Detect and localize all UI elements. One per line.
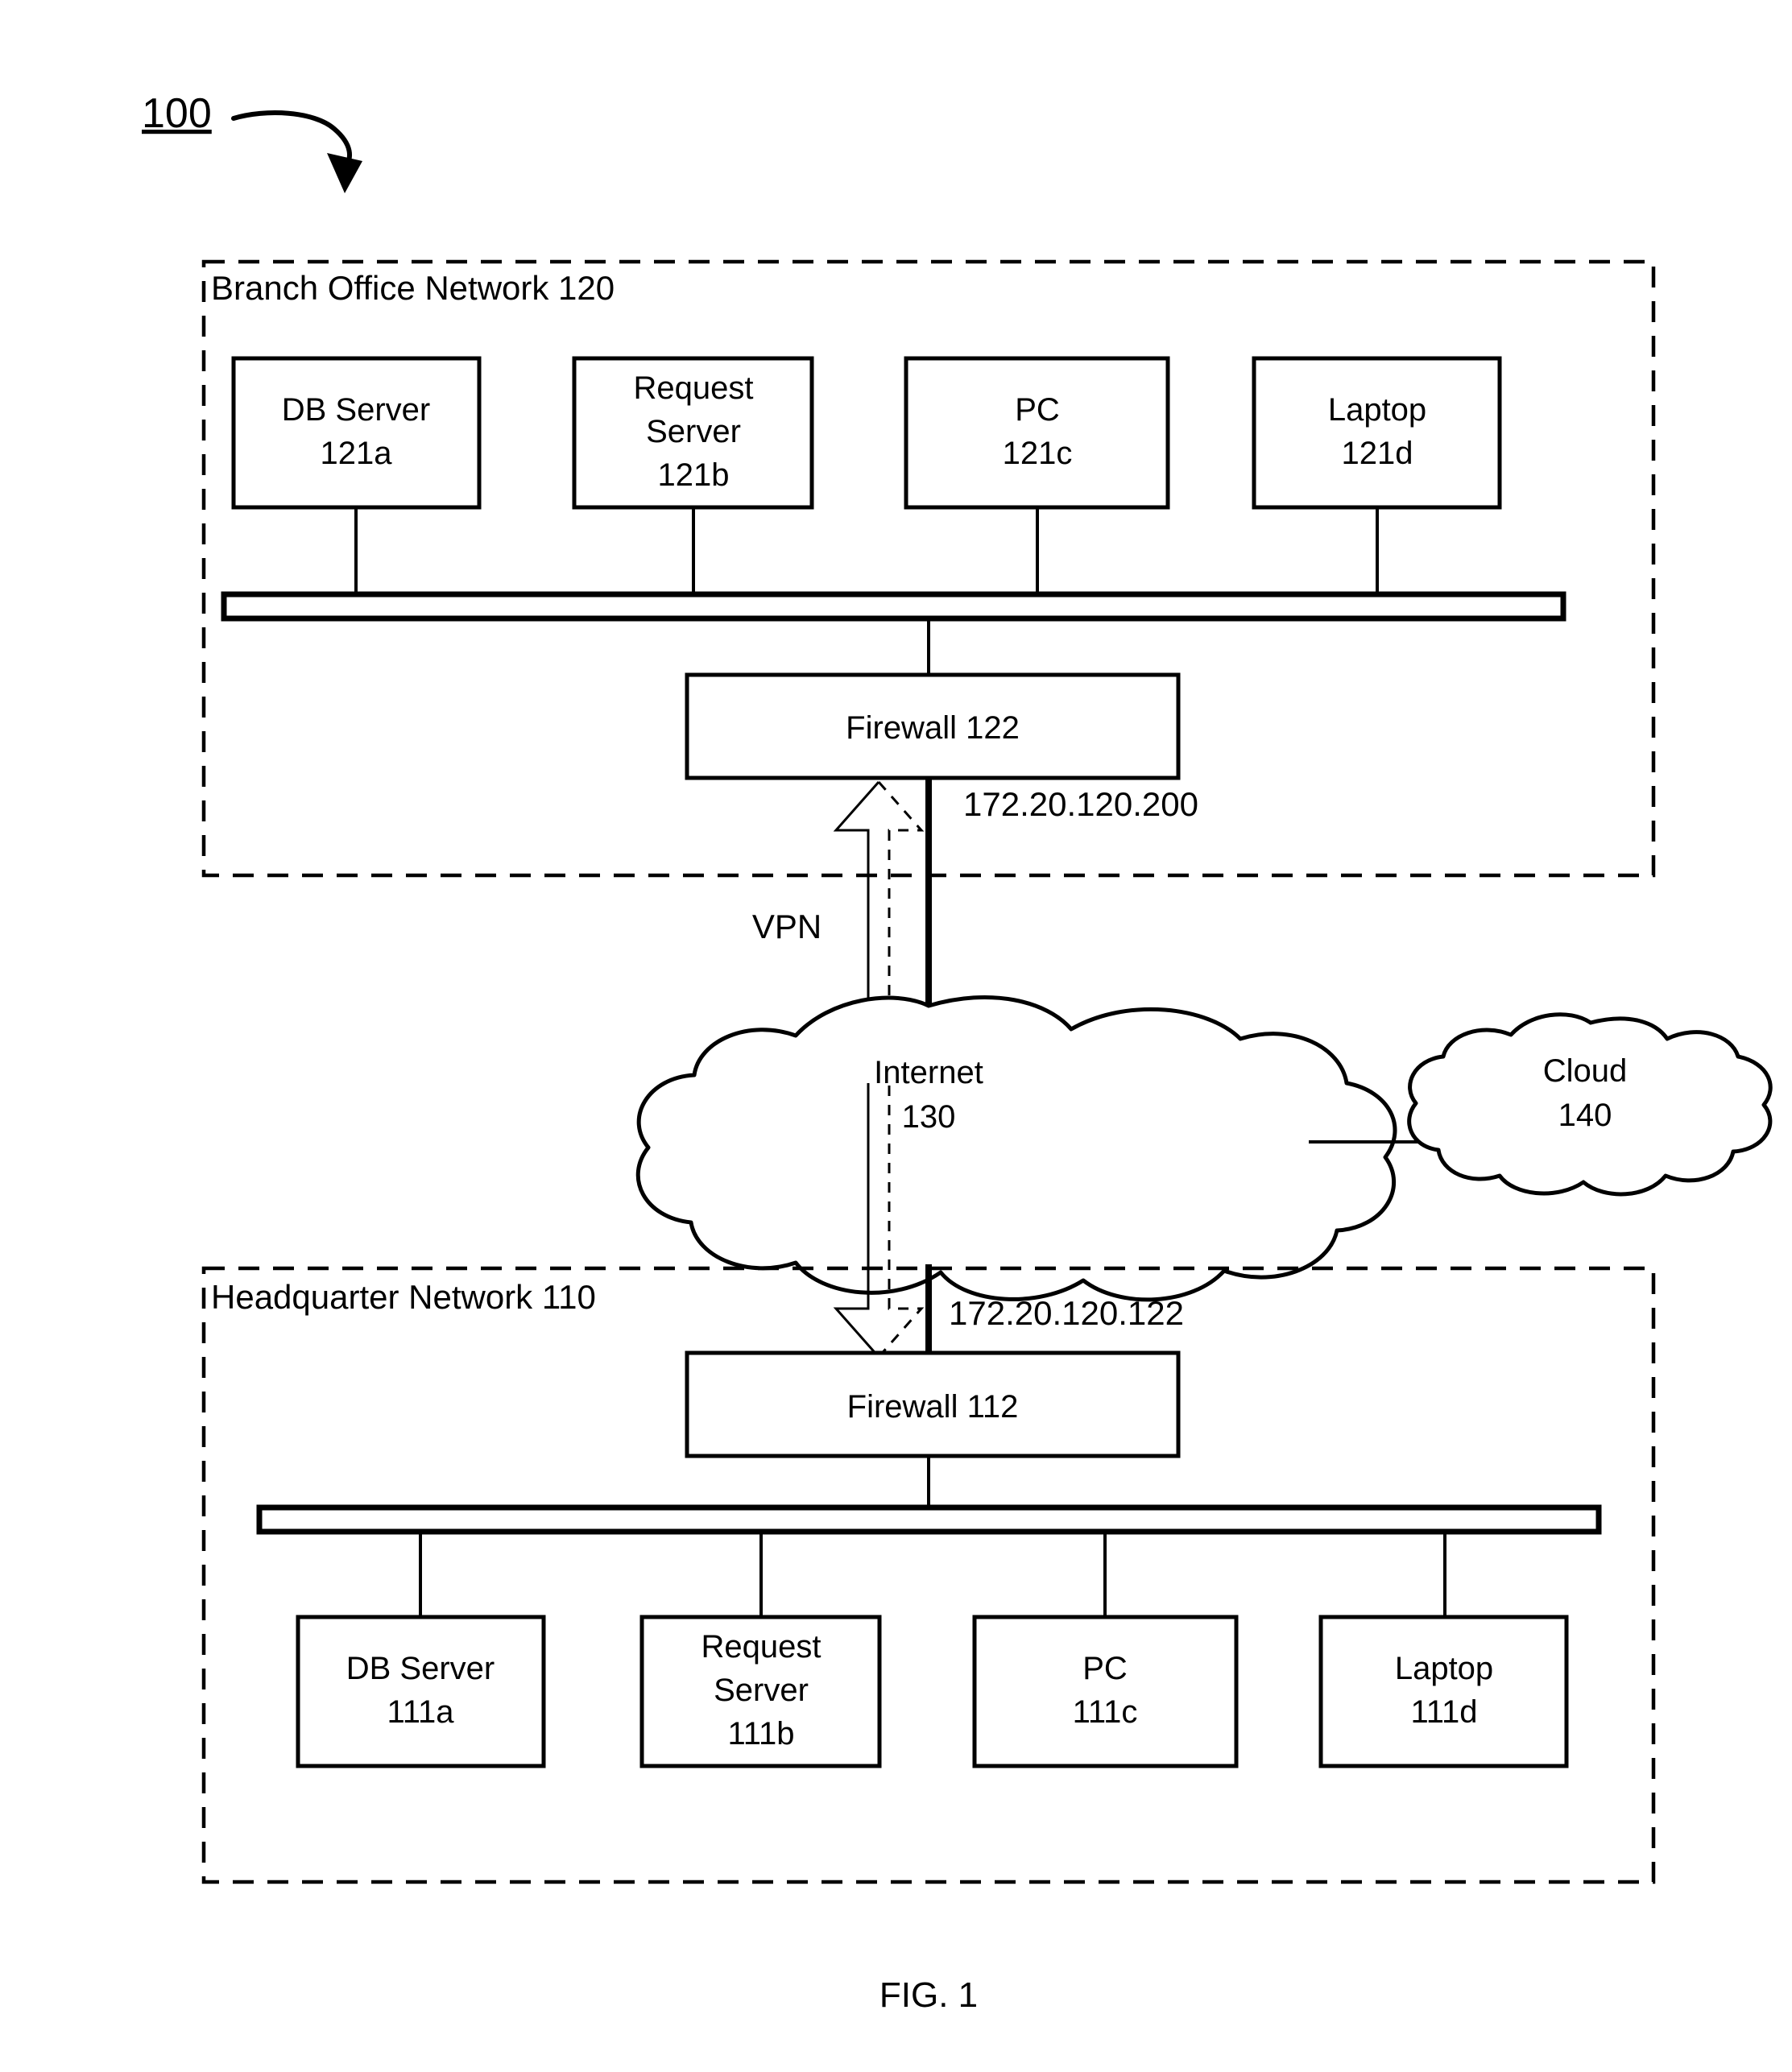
device-121c-line-0: PC xyxy=(1015,392,1060,428)
patent-figure: 100 Branch Office Network 120 DB Server … xyxy=(0,0,1792,2072)
vpn-label: VPN xyxy=(752,908,822,945)
device-111d-line-1: 111d xyxy=(1410,1694,1477,1730)
vpn-arrow-up-dashed-edge xyxy=(877,781,925,1031)
device-box-111c[interactable] xyxy=(972,1615,1239,1768)
device-121c-line-1: 121c xyxy=(1003,436,1073,471)
external-cloud-line-0: Cloud xyxy=(1543,1053,1628,1089)
figure-caption: FIG. 1 xyxy=(879,1975,978,2015)
vpn-arrow-up-solid-edge xyxy=(833,781,880,1031)
figure-reference-numeral: 100 xyxy=(142,90,212,137)
internet-cloud-line-0: Internet xyxy=(874,1055,983,1090)
firewall-122-label: Firewall 122 xyxy=(846,710,1020,746)
device-111b-line-2: 111b xyxy=(727,1716,794,1751)
firewall-112-label: Firewall 112 xyxy=(847,1389,1019,1425)
device-121b-line-2: 121b xyxy=(658,457,730,493)
device-111b-line-0: Request xyxy=(701,1629,822,1665)
internet-cloud-line-1: 130 xyxy=(902,1099,956,1135)
network-diagram: 100 Branch Office Network 120 DB Server … xyxy=(142,90,1773,2015)
headquarter-firewall-ip: 172.20.120.122 xyxy=(949,1294,1184,1332)
external-cloud-line-1: 140 xyxy=(1558,1098,1612,1133)
device-121a-line-0: DB Server xyxy=(282,392,431,428)
headquarter-network-label: Headquarter Network 110 xyxy=(211,1278,596,1316)
device-121b-line-0: Request xyxy=(634,370,754,406)
device-box-111d[interactable] xyxy=(1318,1615,1569,1768)
device-111a-line-1: 111a xyxy=(387,1694,454,1730)
branch-network-label: Branch Office Network 120 xyxy=(211,269,615,307)
branch-firewall-ip: 172.20.120.200 xyxy=(963,785,1198,823)
device-121d-line-1: 121d xyxy=(1342,436,1413,471)
device-111d-line-0: Laptop xyxy=(1395,1651,1493,1686)
branch-network-bus xyxy=(221,591,1566,622)
device-111c-line-1: 111c xyxy=(1073,1694,1138,1730)
callout-arrowhead xyxy=(327,153,362,193)
device-121d-line-0: Laptop xyxy=(1328,392,1426,428)
device-box-121a[interactable] xyxy=(231,356,482,510)
device-111c-line-0: PC xyxy=(1082,1651,1128,1686)
device-box-111a[interactable] xyxy=(296,1615,546,1768)
device-121a-line-1: 121a xyxy=(321,436,393,471)
internet-cloud xyxy=(635,995,1397,1302)
device-121b-line-1: Server xyxy=(646,414,741,449)
device-box-121c[interactable] xyxy=(904,356,1170,510)
device-111b-line-1: Server xyxy=(714,1673,809,1708)
device-box-121d[interactable] xyxy=(1252,356,1502,510)
device-111a-line-0: DB Server xyxy=(346,1651,495,1686)
headquarter-network-bus xyxy=(256,1504,1602,1535)
